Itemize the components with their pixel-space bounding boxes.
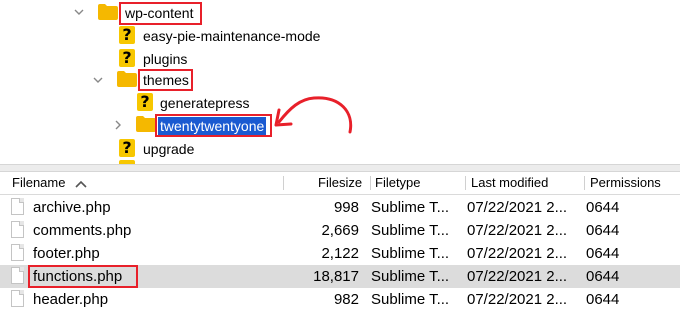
column-filetype[interactable]: Filetype — [375, 172, 421, 194]
unknown-file-icon: ? — [137, 93, 153, 111]
file-modified: 07/22/2021 2... — [467, 291, 568, 308]
file-permissions: 0644 — [586, 199, 620, 216]
file-name: header.php — [33, 291, 109, 308]
highlight-box — [119, 2, 202, 25]
file-modified: 07/22/2021 2... — [467, 222, 568, 239]
table-row[interactable]: footer.php 2,122 Sublime T... 07/22/2021… — [0, 242, 680, 265]
chevron-down-icon[interactable] — [93, 76, 103, 84]
column-label: Last modified — [471, 175, 549, 190]
column-label: Permissions — [590, 175, 661, 190]
file-size: 2,122 — [321, 245, 359, 262]
column-label: Filename — [12, 175, 66, 190]
tree-item-label: upgrade — [143, 141, 195, 157]
column-filename[interactable]: Filename — [12, 172, 87, 194]
table-row[interactable]: comments.php 2,669 Sublime T... 07/22/20… — [0, 219, 680, 242]
column-label: Filetype — [375, 175, 421, 190]
chevron-right-icon[interactable] — [114, 120, 122, 130]
file-type: Sublime T... — [371, 222, 450, 239]
directory-tree: wp-content ? easy-pie-maintenance-mode ?… — [0, 0, 680, 164]
highlight-box — [155, 114, 272, 137]
folder-icon — [117, 71, 137, 87]
file-name: footer.php — [33, 245, 100, 262]
file-modified: 07/22/2021 2... — [467, 268, 568, 285]
file-size: 2,669 — [321, 222, 359, 239]
file-icon — [11, 198, 24, 215]
folder-icon — [98, 4, 118, 20]
file-icon — [11, 267, 24, 284]
column-filesize[interactable]: Filesize — [318, 172, 362, 194]
unknown-file-icon: ? — [119, 139, 135, 157]
table-row[interactable]: archive.php 998 Sublime T... 07/22/2021 … — [0, 196, 680, 219]
column-divider[interactable] — [465, 176, 466, 190]
unknown-file-icon: ? — [119, 49, 135, 67]
file-icon — [11, 244, 24, 261]
file-permissions: 0644 — [586, 268, 620, 285]
file-icon — [11, 290, 24, 307]
tree-item-label: plugins — [143, 51, 188, 67]
tree-item-label: generatepress — [160, 95, 250, 111]
file-modified: 07/22/2021 2... — [467, 199, 568, 216]
pane-splitter[interactable] — [0, 164, 680, 172]
table-row[interactable]: header.php 982 Sublime T... 07/22/2021 2… — [0, 288, 680, 311]
highlight-box — [138, 69, 193, 91]
column-last-modified[interactable]: Last modified — [471, 172, 548, 194]
file-permissions: 0644 — [586, 222, 620, 239]
tree-item-label: easy-pie-maintenance-mode — [143, 28, 321, 44]
file-name: archive.php — [33, 199, 111, 216]
highlight-box — [28, 265, 138, 288]
file-type: Sublime T... — [371, 291, 450, 308]
column-divider[interactable] — [370, 176, 371, 190]
column-divider[interactable] — [584, 176, 585, 190]
file-name: comments.php — [33, 222, 132, 239]
sort-ascending-icon — [75, 180, 87, 188]
file-type: Sublime T... — [371, 245, 450, 262]
column-divider[interactable] — [283, 176, 284, 190]
file-permissions: 0644 — [586, 245, 620, 262]
chevron-down-icon[interactable] — [74, 8, 84, 16]
unknown-file-icon: ? — [119, 26, 135, 44]
column-label: Filesize — [318, 175, 363, 190]
file-list: Filename Filesize Filetype Last modified… — [0, 172, 680, 315]
column-permissions[interactable]: Permissions — [590, 172, 661, 194]
file-permissions: 0644 — [586, 291, 620, 308]
file-type: Sublime T... — [371, 199, 450, 216]
file-icon — [11, 221, 24, 238]
column-header: Filename Filesize Filetype Last modified… — [0, 172, 680, 195]
table-row-selected[interactable]: functions.php 18,817 Sublime T... 07/22/… — [0, 265, 680, 288]
file-type: Sublime T... — [371, 268, 450, 285]
folder-icon — [136, 116, 156, 132]
file-size: 18,817 — [313, 268, 359, 285]
annotation-arrow-icon — [274, 96, 353, 134]
file-size: 998 — [333, 199, 359, 216]
file-modified: 07/22/2021 2... — [467, 245, 568, 262]
file-size: 982 — [333, 291, 359, 308]
